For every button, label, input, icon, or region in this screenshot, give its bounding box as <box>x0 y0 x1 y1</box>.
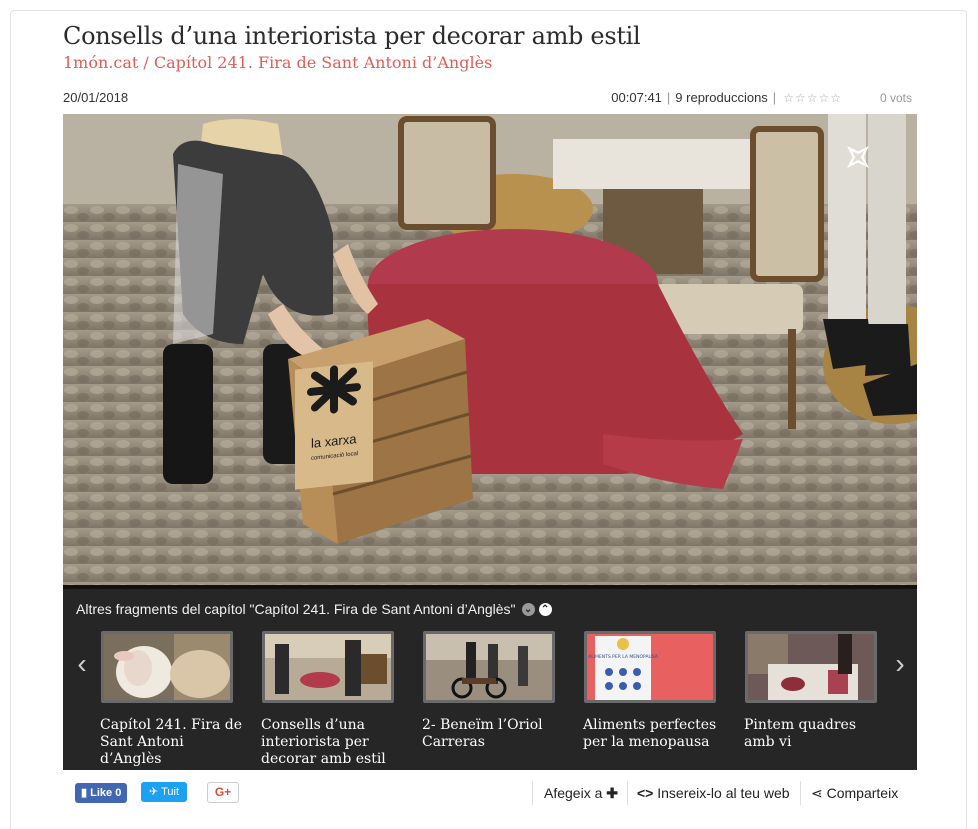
twitter-tweet-button[interactable]: ✈ Tuit <box>141 782 188 802</box>
fragment-thumbnail[interactable]: ALIMENTS PER LA MENOPAUSA <box>584 631 716 703</box>
action-divider <box>800 781 801 805</box>
fragment-title[interactable]: Pintem quadres amb vi <box>744 717 888 751</box>
embed-button[interactable]: <> Insereix-lo al teu web <box>637 781 790 805</box>
play-count: 9 reproduccions <box>675 90 768 105</box>
fragment-thumbnail[interactable] <box>423 631 555 703</box>
interior-thumbnail-image <box>265 634 391 700</box>
video-meta: 00:07:41 | 9 reproduccions | ☆☆☆☆☆ 0 vot… <box>611 90 912 105</box>
google-plus-button[interactable]: G+ <box>207 782 239 803</box>
share-icon: ⋖ <box>811 785 823 801</box>
meta-divider: | <box>772 90 777 105</box>
fragment-item[interactable]: 2- Beneïm l’Oriol Carreras <box>421 631 566 751</box>
video-frame: la xarxa comunicació local <box>63 114 917 589</box>
tweet-label: Tuit <box>161 786 180 798</box>
action-divider <box>627 781 628 805</box>
channel-link[interactable]: 1món.cat <box>63 53 138 72</box>
related-fragments: Altres fragments del capítol "Capítol 24… <box>63 589 917 770</box>
close-icon[interactable] <box>843 142 873 172</box>
breadcrumb: 1món.cat / Capítol 241. Fira de Sant Ant… <box>63 53 492 72</box>
facebook-like-label: Like 0 <box>90 787 122 799</box>
code-icon: <> <box>637 785 654 801</box>
wine-painting-thumbnail-image <box>748 634 874 700</box>
video-player[interactable]: la xarxa comunicació local <box>63 114 917 589</box>
twitter-icon: ✈ <box>149 786 159 798</box>
fragment-title[interactable]: Capítol 241. Fira de Sant Antoni d’Anglè… <box>100 717 244 768</box>
add-to-button[interactable]: Afegeix a ✚ <box>544 781 618 805</box>
fragment-item[interactable]: Pintem quadres amb vi <box>743 631 888 751</box>
fragment-thumbnail[interactable] <box>262 631 394 703</box>
carousel-next-button[interactable]: › <box>889 649 911 679</box>
motorcycle-thumbnail-image <box>426 634 552 700</box>
fragment-item[interactable]: Capítol 241. Fira de Sant Antoni d’Anglè… <box>99 631 244 768</box>
page-title: Consells d’una interiorista per decorar … <box>63 22 641 50</box>
chevron-down-icon[interactable]: ⌄ <box>521 602 535 616</box>
menopause-poster-thumbnail-image: ALIMENTS PER LA MENOPAUSA <box>587 634 713 700</box>
fragment-item[interactable]: ALIMENTS PER LA MENOPAUSA Aliments perfe… <box>582 631 727 751</box>
facebook-like-button[interactable]: ▮ Like 0 <box>75 783 128 803</box>
breadcrumb-separator: / <box>143 53 149 72</box>
chevron-up-icon[interactable]: ⌃ <box>538 602 552 616</box>
fragment-item[interactable]: Consells d’una interiorista per decorar … <box>260 631 405 768</box>
fragment-title[interactable]: Consells d’una interiorista per decorar … <box>261 717 405 768</box>
publish-date: 20/01/2018 <box>63 90 129 105</box>
share-label: Comparteix <box>826 785 899 801</box>
chapter-link[interactable]: Capítol 241. Fira de Sant Antoni d’Anglè… <box>154 53 492 72</box>
fragments-heading-text: Altres fragments del capítol "Capítol 24… <box>76 601 516 617</box>
duration: 00:07:41 <box>611 90 662 105</box>
plus-icon: ✚ <box>606 785 618 801</box>
vote-count: 0 vots <box>879 90 912 105</box>
fragment-thumbnail[interactable] <box>745 631 877 703</box>
action-bar: ▮ Like 0 ✈ Tuit G+ Afegeix a ✚ <> Insere… <box>63 781 917 807</box>
add-to-label: Afegeix a <box>544 785 603 801</box>
meta-divider: | <box>666 90 671 105</box>
facebook-icon: ▮ <box>81 787 88 799</box>
embed-label: Insereix-lo al teu web <box>657 785 790 801</box>
fragments-heading: Altres fragments del capítol "Capítol 24… <box>76 601 552 617</box>
share-button[interactable]: ⋖ Comparteix <box>811 781 898 805</box>
action-divider <box>532 781 533 805</box>
fragment-title[interactable]: Aliments perfectes per la menopausa <box>583 717 727 751</box>
rating-stars[interactable]: ☆☆☆☆☆ <box>783 91 842 105</box>
fragment-title[interactable]: 2- Beneïm l’Oriol Carreras <box>422 717 566 751</box>
sheep-thumbnail-image <box>104 634 230 700</box>
poster-text: ALIMENTS PER LA MENOPAUSA <box>588 654 659 660</box>
fragment-thumbnail[interactable] <box>101 631 233 703</box>
carousel-prev-button[interactable]: ‹ <box>71 649 93 679</box>
